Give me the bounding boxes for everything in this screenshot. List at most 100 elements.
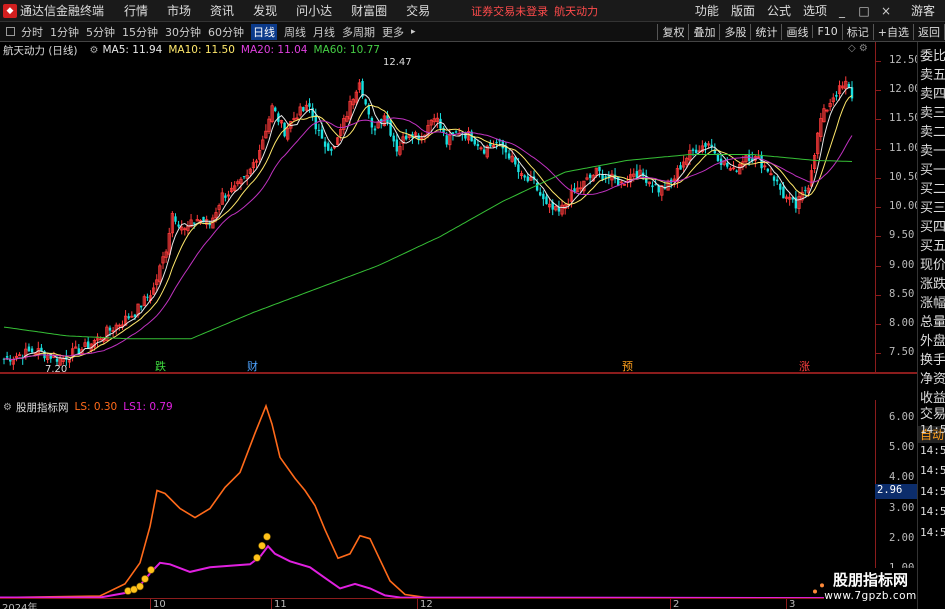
candle-body <box>772 176 776 181</box>
draw-line-button[interactable]: 画线 <box>781 23 812 40</box>
candlestick-chart[interactable]: 12.47 7.20 跌 财 预 涨 <box>0 42 875 372</box>
candle-body <box>139 305 143 308</box>
indicator-tick: 3.00 <box>889 501 915 514</box>
mark-button[interactable]: 标记 <box>841 23 873 40</box>
candle-body <box>327 143 330 151</box>
trade-time: 14:56 <box>920 505 945 518</box>
f10-button[interactable]: F10 <box>812 25 841 38</box>
period-1min[interactable]: 1分钟 <box>50 24 79 40</box>
indicator-last-value: 2.96 <box>875 484 917 499</box>
overlay-button[interactable]: 叠加 <box>688 23 719 40</box>
app-logo-icon: ◆ <box>3 3 17 18</box>
rights-adjust-button[interactable]: 复权 <box>657 23 688 40</box>
candle-body <box>651 185 654 188</box>
period-daily[interactable]: 日线 <box>251 23 277 40</box>
side-label[interactable]: 卖五 <box>920 64 945 83</box>
chart-options-icon[interactable]: ◇ ⚙ <box>848 43 868 54</box>
side-label[interactable]: 换手 <box>920 349 945 368</box>
side-label[interactable]: 买四 <box>920 216 945 235</box>
candle-body <box>127 316 130 319</box>
event-marker: 预 <box>622 360 633 372</box>
period-5min[interactable]: 5分钟 <box>86 24 115 40</box>
candle-body <box>679 165 682 170</box>
period-timeshare[interactable]: 分时 <box>21 24 43 40</box>
period-15min[interactable]: 15分钟 <box>122 24 158 40</box>
quote-side-panel: 委比 卖五 卖四 卖三 卖二 卖一 买一 买二 买三 买四 买五 现价 涨跌 涨幅 总量 外盘 换手 净资 收益 自动… <box>917 42 945 609</box>
period-60min[interactable]: 60分钟 <box>208 24 244 40</box>
candle-body <box>439 118 442 129</box>
menu-options[interactable]: 选项 <box>803 2 827 19</box>
guest-button[interactable]: 游客 <box>911 2 935 19</box>
period-more[interactable]: 更多 <box>382 24 404 40</box>
trade-time: 14:56 <box>920 464 945 477</box>
side-label[interactable]: 净资 <box>920 368 945 387</box>
candle-body <box>454 131 458 133</box>
side-label[interactable]: 总量 <box>920 311 945 330</box>
signal-dot <box>253 554 261 562</box>
side-label[interactable]: 买二 <box>920 178 945 197</box>
candle-body <box>473 139 476 145</box>
minimize-icon[interactable]: _ <box>835 4 849 18</box>
side-label[interactable]: 卖三 <box>920 102 945 121</box>
period-toolbar: 分时 1分钟 5分钟 15分钟 30分钟 60分钟 日线 周线 月线 多周期 更… <box>0 22 945 42</box>
menu-layout[interactable]: 版面 <box>731 2 755 19</box>
close-icon[interactable]: × <box>879 4 893 18</box>
current-stock-name: 航天动力 <box>554 4 599 18</box>
candle-body <box>27 346 31 352</box>
side-label[interactable]: 买五 <box>920 235 945 254</box>
side-label[interactable]: 委比 <box>920 45 945 64</box>
side-label[interactable]: 卖二 <box>920 121 945 140</box>
pane-divider[interactable] <box>0 372 920 374</box>
menu-trade[interactable]: 交易 <box>406 2 430 19</box>
add-favorite-button[interactable]: +自选 <box>872 23 913 40</box>
menu-function[interactable]: 功能 <box>695 2 719 19</box>
date-label: 3 <box>789 599 796 609</box>
candle-body <box>694 149 698 154</box>
menu-ask[interactable]: 问小达 <box>296 2 332 19</box>
price-tick-mark <box>876 60 881 62</box>
side-label[interactable]: 买三 <box>920 197 945 216</box>
statistics-button[interactable]: 统计 <box>750 23 781 40</box>
back-button[interactable]: 返回 <box>913 23 945 40</box>
indicator-chart[interactable] <box>0 400 875 599</box>
period-30min[interactable]: 30分钟 <box>165 24 201 40</box>
side-label[interactable]: 涨跌 <box>920 273 945 292</box>
candle-body <box>5 356 9 358</box>
date-label: 2024年 <box>2 603 38 609</box>
date-tick <box>786 599 787 609</box>
more-chevron-icon[interactable]: ▸ <box>411 27 416 37</box>
layout-square-icon[interactable] <box>6 27 15 36</box>
trade-label[interactable]: 交易 <box>920 403 945 422</box>
side-label[interactable]: 卖四 <box>920 83 945 102</box>
price-tick: 8.50 <box>889 287 915 300</box>
menu-formula[interactable]: 公式 <box>767 2 791 19</box>
ma60-line <box>3 154 853 340</box>
side-label[interactable]: 买一 <box>920 159 945 178</box>
side-label[interactable]: 涨幅 <box>920 292 945 311</box>
candle-body <box>323 141 327 147</box>
menu-news[interactable]: 资讯 <box>210 2 234 19</box>
menu-quotes[interactable]: 行情 <box>124 2 148 19</box>
maximize-icon[interactable]: □ <box>857 4 871 18</box>
side-label[interactable]: 现价 <box>920 254 945 273</box>
period-multi[interactable]: 多周期 <box>342 24 375 40</box>
price-tick: 7.50 <box>889 346 915 359</box>
candle-body <box>735 170 738 172</box>
menu-wealth[interactable]: 财富圈 <box>351 2 387 19</box>
candle-body <box>302 107 305 112</box>
menu-market[interactable]: 市场 <box>167 2 191 19</box>
candle-body <box>476 144 480 147</box>
login-notice[interactable]: 证券交易未登录 <box>471 3 548 19</box>
price-tick-mark <box>876 177 881 179</box>
menu-discover[interactable]: 发现 <box>253 2 277 19</box>
indicator-tick: 5.00 <box>889 441 915 454</box>
candle-body <box>30 348 34 353</box>
side-label[interactable]: 外盘 <box>920 330 945 349</box>
candle-body <box>370 117 374 128</box>
multi-stock-button[interactable]: 多股 <box>719 23 750 40</box>
side-label[interactable]: 卖一 <box>920 140 945 159</box>
period-monthly[interactable]: 月线 <box>313 24 335 40</box>
price-tick-mark <box>876 236 881 238</box>
period-weekly[interactable]: 周线 <box>284 24 306 40</box>
event-marker: 财 <box>247 359 258 372</box>
